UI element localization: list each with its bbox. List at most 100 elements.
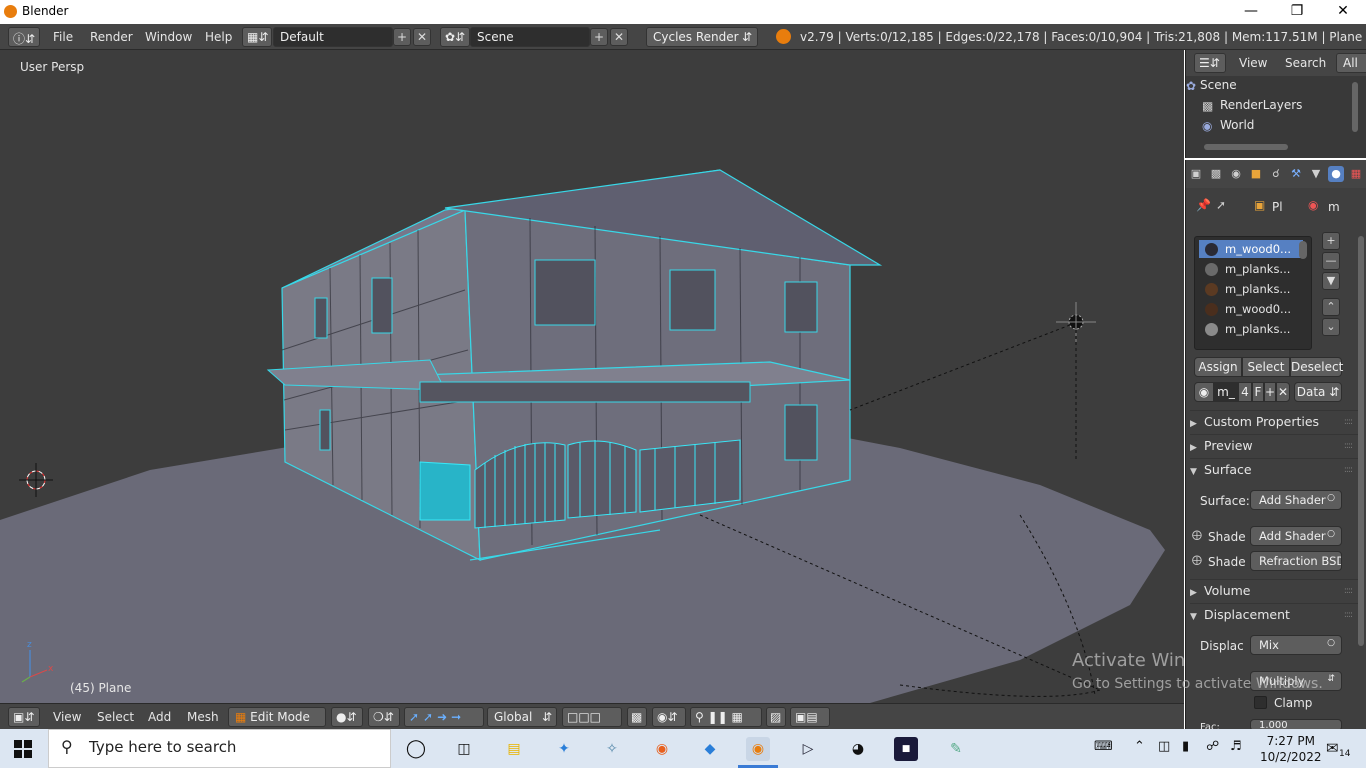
task-view-icon[interactable]: ◫ bbox=[452, 737, 476, 761]
limit-selection-icon[interactable]: ▩ bbox=[627, 707, 647, 727]
tray-chevron-icon[interactable]: ⌃ bbox=[1134, 739, 1145, 754]
menu-window[interactable]: Window bbox=[145, 30, 192, 44]
menu-select[interactable]: Select bbox=[97, 710, 134, 724]
deselect-button[interactable]: Deselect bbox=[1290, 357, 1343, 377]
battery-icon[interactable]: ▮ bbox=[1182, 739, 1189, 754]
menu-render[interactable]: Render bbox=[90, 30, 133, 44]
proportional-edit-dropdown[interactable]: ◉⇵ bbox=[652, 707, 686, 727]
network-icon[interactable]: ☍ bbox=[1206, 739, 1219, 754]
scene-tab-icon[interactable]: ◉ bbox=[1228, 166, 1244, 182]
shade-add-icon[interactable]: ⨁ bbox=[1192, 530, 1202, 541]
uv-icon[interactable]: ▨ bbox=[766, 707, 786, 727]
paint-icon[interactable]: ✎ bbox=[944, 737, 968, 761]
outliner-filter-dropdown[interactable]: All Sc bbox=[1336, 53, 1366, 73]
panel-displacement[interactable]: ▼ Displacement:::: bbox=[1190, 603, 1358, 625]
keyboard-icon[interactable]: ⌨ bbox=[1094, 739, 1113, 754]
move-up-icon[interactable]: ⌃ bbox=[1322, 298, 1340, 316]
app-media-icon[interactable]: ▷ bbox=[796, 737, 820, 761]
add-screen-icon[interactable]: + bbox=[393, 28, 411, 46]
material-slot[interactable]: m_wood0... bbox=[1199, 240, 1303, 258]
panel-preview[interactable]: ▶ Preview:::: bbox=[1190, 434, 1358, 456]
pivot-dropdown[interactable]: ❍⇵ bbox=[368, 707, 400, 727]
scene-field[interactable]: Scene bbox=[470, 27, 590, 47]
windows-start-icon[interactable] bbox=[14, 740, 32, 758]
snap-buttons[interactable]: ⚲ ❚❚ ▦ bbox=[690, 707, 762, 727]
screen-layout-field[interactable]: Default bbox=[273, 27, 393, 47]
taskbar-clock[interactable]: 7:27 PM 10/2/2022 bbox=[1260, 733, 1322, 765]
world-tab-icon[interactable]: ■ bbox=[1248, 166, 1264, 182]
panel-surface[interactable]: ▼ Surface:::: bbox=[1190, 458, 1358, 480]
pin-icon[interactable]: 📌 bbox=[1196, 198, 1211, 212]
material-browse-icon[interactable]: ◉ bbox=[1194, 382, 1214, 402]
panel-volume[interactable]: ▶ Volume:::: bbox=[1190, 579, 1358, 601]
file-explorer-icon[interactable]: ▤ bbox=[502, 737, 526, 761]
material-slot[interactable]: m_planks... bbox=[1199, 280, 1303, 298]
outliner-item-renderlayers[interactable]: ▩ RenderLayers bbox=[1186, 98, 1351, 118]
minimize-button[interactable]: — bbox=[1228, 0, 1274, 24]
scene-icon[interactable]: ✿⇵ bbox=[440, 27, 470, 47]
dolphin-icon[interactable]: ✦ bbox=[552, 737, 576, 761]
blender-taskbar-icon[interactable]: ◉ bbox=[746, 737, 770, 761]
slot-list-scrollbar[interactable] bbox=[1299, 241, 1307, 259]
select-mode-buttons[interactable]: □□□ bbox=[562, 707, 622, 727]
mode-dropdown[interactable]: ▦ Edit Mode bbox=[228, 707, 326, 727]
fake-user-button[interactable]: F bbox=[1252, 382, 1264, 402]
manipulator-buttons[interactable]: ➚➚➜➞ bbox=[404, 707, 484, 727]
menu-mesh[interactable]: Mesh bbox=[187, 710, 219, 724]
outliner-v-scrollbar[interactable] bbox=[1352, 82, 1358, 132]
orientation-dropdown[interactable]: Global ⇵ bbox=[487, 707, 557, 727]
maximize-button[interactable]: ❐ bbox=[1274, 0, 1320, 24]
menu-file[interactable]: File bbox=[53, 30, 73, 44]
volume-icon[interactable]: ♬ bbox=[1230, 739, 1242, 754]
cortana-icon[interactable]: ◯ bbox=[404, 737, 428, 761]
firefox-icon[interactable]: ◉ bbox=[650, 737, 674, 761]
menu-view[interactable]: View bbox=[53, 710, 81, 724]
object-tab-icon[interactable]: ☌ bbox=[1268, 166, 1284, 182]
editor-type-info-button[interactable]: ⓘ⇵ bbox=[8, 27, 40, 47]
material-slot[interactable]: m_planks... bbox=[1199, 260, 1303, 278]
add-scene-icon[interactable]: + bbox=[590, 28, 608, 46]
outliner-h-scrollbar[interactable] bbox=[1204, 144, 1288, 150]
texture-tab-icon[interactable]: ▦ bbox=[1348, 166, 1364, 182]
add-slot-icon[interactable]: + bbox=[1322, 232, 1340, 250]
outliner-menu-search[interactable]: Search bbox=[1285, 56, 1326, 70]
move-down-icon[interactable]: ⌄ bbox=[1322, 318, 1340, 336]
app-dark-icon[interactable]: ■ bbox=[894, 737, 918, 761]
render-engine-dropdown[interactable]: Cycles Render ⇵ bbox=[646, 27, 758, 47]
app-pinwheel-icon[interactable]: ✧ bbox=[600, 737, 624, 761]
screen-layout-icon[interactable]: ▦⇵ bbox=[242, 27, 272, 47]
surface-shader-field[interactable]: Add Shader ○ bbox=[1250, 490, 1342, 510]
shade-field-1[interactable]: Add Shader ○ bbox=[1250, 526, 1342, 546]
slot-specials-icon[interactable]: ▼ bbox=[1322, 272, 1340, 290]
editor-type-3d-button[interactable]: ▣⇵ bbox=[8, 707, 40, 727]
remove-scene-icon[interactable]: ✕ bbox=[610, 28, 628, 46]
taskbar-search-box[interactable]: ⚲ Type here to search bbox=[48, 729, 391, 768]
link-data-dropdown[interactable]: Data ⇵ bbox=[1294, 382, 1342, 402]
outliner-menu-view[interactable]: View bbox=[1239, 56, 1267, 70]
close-button[interactable]: ✕ bbox=[1320, 0, 1366, 24]
data-tab-icon[interactable]: ▼ bbox=[1308, 166, 1324, 182]
assign-button[interactable]: Assign bbox=[1194, 357, 1242, 377]
material-name-field[interactable]: m_ bbox=[1214, 382, 1238, 402]
displacement-field[interactable]: Mix ○ bbox=[1250, 635, 1342, 655]
3d-viewport[interactable]: User Persp (45) Plane z x Activate Windo… bbox=[0, 50, 1184, 703]
renderlayers-tab-icon[interactable]: ▩ bbox=[1208, 166, 1224, 182]
menu-add[interactable]: Add bbox=[148, 710, 171, 724]
tray-device-icon[interactable]: ◫ bbox=[1158, 739, 1170, 754]
outliner-item-world[interactable]: ◉ World bbox=[1186, 118, 1351, 138]
remove-screen-icon[interactable]: ✕ bbox=[413, 28, 431, 46]
select-button[interactable]: Select bbox=[1242, 357, 1290, 377]
outliner-item-scene[interactable]: ✿ Scene bbox=[1186, 78, 1351, 98]
material-tab-icon[interactable]: ● bbox=[1328, 166, 1344, 182]
material-slot[interactable]: m_wood0... bbox=[1199, 300, 1303, 318]
render-icons[interactable]: ▣▤ bbox=[790, 707, 830, 727]
menu-help[interactable]: Help bbox=[205, 30, 232, 44]
panel-custom-properties[interactable]: ▶ Custom Properties:::: bbox=[1190, 410, 1358, 432]
app-diamond-icon[interactable]: ◆ bbox=[698, 737, 722, 761]
clamp-checkbox[interactable] bbox=[1254, 696, 1267, 709]
shade-add-icon[interactable]: ⨁ bbox=[1192, 555, 1202, 566]
unreal-icon[interactable]: ◕ bbox=[846, 737, 870, 761]
material-users-count[interactable]: 4 bbox=[1238, 382, 1252, 402]
unlink-material-icon[interactable]: ✕ bbox=[1276, 382, 1290, 402]
material-slot[interactable]: m_planks... bbox=[1199, 320, 1303, 338]
